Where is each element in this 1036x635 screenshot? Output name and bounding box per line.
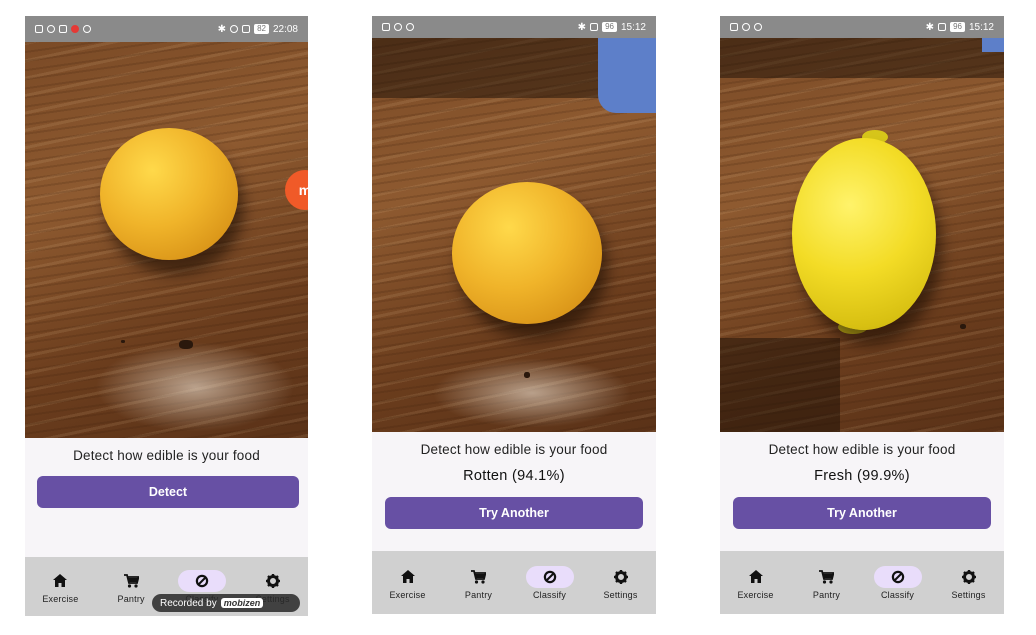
bluetooth-icon: ✱ [577, 21, 587, 33]
location-icon [230, 25, 239, 33]
nav-item-pantry[interactable]: Pantry [791, 566, 862, 600]
nav-label: Pantry [812, 589, 841, 600]
classification-result: Fresh (99.9%) [814, 468, 910, 484]
mute-icon [938, 23, 947, 31]
phone-screen-detect: ✱ 82 22:08 m Detect how edible is your f… [25, 16, 308, 616]
cart-icon [819, 569, 834, 584]
bluetooth-icon: ✱ [925, 21, 935, 33]
classification-result: Rotten (94.1%) [463, 468, 565, 484]
nav-label: Exercise [389, 589, 426, 600]
classify-icon [543, 570, 556, 583]
wifi-icon [47, 25, 55, 33]
food-photo [720, 38, 1004, 432]
clock: 15:12 [620, 21, 646, 33]
bluetooth-icon: ✱ [217, 23, 227, 35]
mute-icon [242, 25, 251, 33]
try-another-button[interactable]: Try Another [733, 497, 991, 529]
battery-icon: 96 [950, 22, 965, 32]
nav-label: Exercise [42, 593, 79, 604]
food-photo [372, 38, 656, 432]
bottom-navigation: Exercise Pantry Classify Settings [720, 551, 1004, 614]
status-bar: ✱ 96 15:12 [720, 16, 1004, 38]
shadow-band [720, 338, 840, 432]
mute-icon [590, 23, 599, 31]
nav-label: Settings [951, 589, 986, 600]
cloud-icon [754, 23, 762, 31]
status-bar: ✱ 82 22:08 [25, 16, 308, 42]
crumb [524, 372, 530, 378]
nav-label: Settings [603, 589, 638, 600]
battery-icon: 96 [602, 22, 617, 32]
wifi-icon [742, 23, 750, 31]
data-icon [59, 25, 67, 33]
nav-item-classify[interactable]: Classify [862, 565, 933, 600]
classify-icon [195, 574, 209, 587]
cloud-icon [406, 23, 414, 31]
clock: 15:12 [968, 21, 994, 33]
nav-label: Classify [532, 589, 567, 600]
app-notification-icon [83, 25, 91, 33]
home-icon [748, 570, 763, 583]
home-icon [400, 570, 415, 583]
gear-icon [265, 573, 280, 588]
sim-icon [35, 25, 43, 33]
blue-bowl [598, 38, 656, 113]
active-pill [177, 569, 226, 592]
mic-recording-icon [71, 25, 79, 33]
active-pill [525, 565, 574, 588]
phone-screen-rotten: ✱ 96 15:12 Detect how edible is your foo… [372, 16, 656, 614]
try-another-button[interactable]: Try Another [385, 497, 643, 529]
recorder-logo: mobizen [220, 598, 264, 608]
gear-icon [961, 569, 976, 584]
nav-item-exercise[interactable]: Exercise [372, 566, 443, 600]
nav-item-pantry[interactable]: Pantry [443, 566, 514, 600]
detect-button[interactable]: Detect [37, 476, 299, 508]
caption-text: Detect how edible is your food [73, 448, 260, 463]
nav-label: Pantry [117, 593, 145, 604]
nav-item-classify[interactable]: Classify [514, 565, 585, 600]
caption-text: Detect how edible is your food [768, 442, 956, 457]
nav-item-settings[interactable]: Settings [933, 566, 1004, 600]
lemon [452, 182, 602, 324]
caption-text: Detect how edible is your food [420, 442, 608, 457]
nav-item-settings[interactable]: Settings [585, 566, 656, 600]
home-icon [53, 574, 68, 587]
status-bar: ✱ 96 15:12 [372, 16, 656, 38]
nav-item-exercise[interactable]: Exercise [25, 570, 96, 604]
clock: 22:08 [272, 23, 298, 35]
nav-item-exercise[interactable]: Exercise [720, 566, 791, 600]
recorded-by-text: Recorded by [160, 597, 217, 609]
blue-bowl [982, 38, 1004, 52]
crumb [121, 340, 125, 343]
bottom-navigation: Exercise Pantry Classify Settings [372, 551, 656, 614]
light-glare [95, 342, 295, 432]
shadow-band [720, 38, 1004, 78]
nav-label: Pantry [464, 589, 493, 600]
wifi-icon [394, 23, 402, 31]
crumb [179, 340, 193, 349]
recording-watermark: Recorded by mobizen [152, 594, 300, 612]
active-pill [873, 565, 922, 588]
cart-icon [471, 569, 486, 584]
nav-label: Exercise [737, 589, 774, 600]
nav-label: Classify [880, 589, 915, 600]
food-photo: m [25, 42, 308, 438]
lemon [100, 128, 238, 260]
lemon [792, 138, 936, 330]
battery-icon: 82 [254, 24, 269, 34]
sim-icon [730, 23, 738, 31]
phone-screen-fresh: ✱ 96 15:12 Detect how edible is your foo… [720, 16, 1004, 614]
light-glare [432, 358, 632, 428]
crumb [960, 324, 966, 329]
cart-icon [123, 573, 139, 588]
classify-icon [891, 570, 904, 583]
sim-icon [382, 23, 390, 31]
gear-icon [613, 569, 628, 584]
